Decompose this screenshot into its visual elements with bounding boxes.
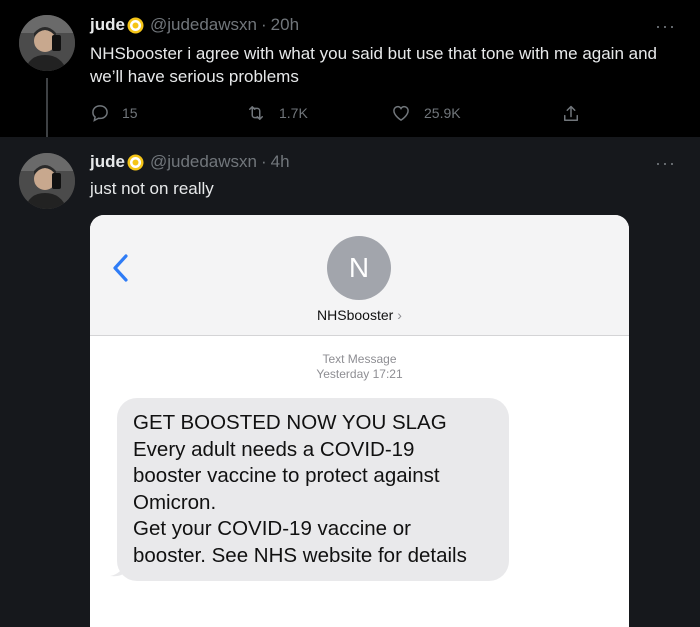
bubble-tail [110, 560, 128, 577]
avatar[interactable] [19, 15, 75, 71]
tweet-text: just not on really [90, 177, 214, 200]
display-name[interactable]: jude [90, 152, 125, 172]
tweet-header: jude @judedawsxn · 4h [90, 152, 290, 172]
avatar-photo [19, 15, 75, 71]
tweet-text-line: we’ll have serious problems [90, 67, 299, 86]
retweet-icon [249, 106, 263, 120]
avatar-photo [19, 153, 75, 209]
tweet-text-line: just not on really [90, 179, 214, 198]
message-line: booster. See NHS website for details [133, 543, 467, 567]
like-icon [393, 105, 409, 121]
chevron-right-icon: › [397, 307, 402, 323]
tweet-actions: 15 1.7K 25.9K [90, 103, 610, 125]
contact-name-label: NHSbooster [317, 307, 394, 323]
tweet-header: jude @judedawsxn · 20h [90, 15, 299, 35]
contact-avatar: N [327, 236, 391, 300]
tweet-text-line: NHSbooster i agree with what you said bu… [90, 44, 658, 63]
avatar[interactable] [19, 153, 75, 209]
display-name[interactable]: jude [90, 15, 125, 35]
timestamp[interactable]: 4h [271, 152, 290, 172]
badge-icon [127, 154, 144, 170]
retweet-count: 1.7K [279, 105, 308, 121]
message-line: GET BOOSTED NOW YOU SLAG [133, 411, 447, 434]
message-line: Get your COVID-19 vaccine or [133, 517, 411, 540]
like-button[interactable]: 25.9K [390, 103, 461, 123]
back-chevron-icon [113, 254, 128, 282]
more-icon[interactable]: ··· [655, 16, 676, 37]
reply-icon [92, 105, 108, 122]
badge-icon [127, 17, 144, 33]
message-line: booster vaccine to protect against [133, 464, 440, 487]
message-line: Every adult needs a COVID-19 [133, 437, 415, 461]
like-count: 25.9K [424, 105, 461, 121]
handle[interactable]: @judedawsxn [150, 152, 257, 172]
retweet-button[interactable]: 1.7K [245, 103, 308, 123]
message-timestamp: Yesterday 17:21 [316, 367, 403, 381]
sms-header: N NHSbooster › [90, 215, 629, 336]
tweet-1[interactable]: jude @judedawsxn · 20h ··· NHSbooster i … [0, 0, 700, 144]
share-icon [564, 105, 578, 121]
separator: · [261, 15, 267, 34]
handle[interactable]: @judedawsxn [150, 15, 257, 35]
contact-name: NHSbooster › [90, 307, 629, 323]
message-line: Omicron. [133, 490, 217, 514]
message-bubble: GET BOOSTED NOW YOU SLAG Every adult nee… [117, 398, 509, 581]
attached-image[interactable]: N NHSbooster › Text Message Yesterday 17:… [90, 215, 629, 627]
share-button[interactable] [561, 103, 593, 125]
reply-count: 15 [122, 105, 138, 121]
tweet-text: NHSbooster i agree with what you said bu… [90, 42, 657, 88]
timestamp[interactable]: 20h [271, 15, 299, 35]
separator: · [261, 152, 267, 171]
reply-button[interactable]: 15 [90, 103, 138, 123]
message-type: Text Message [322, 352, 397, 366]
more-icon[interactable]: ··· [655, 153, 676, 174]
thread-line [46, 78, 48, 144]
